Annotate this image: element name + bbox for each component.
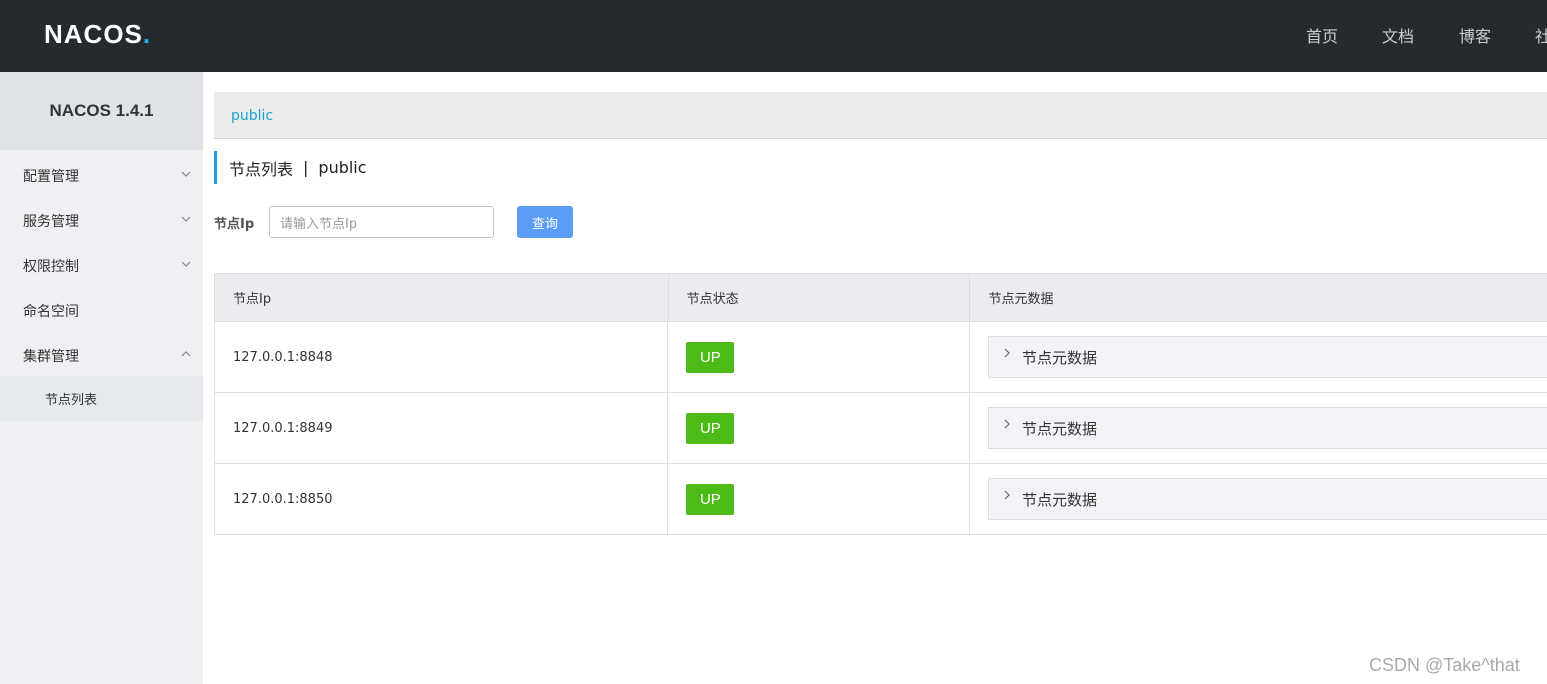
top-nav-bar: NACOS. 首页 文档 博客 社 xyxy=(0,0,1547,72)
chevron-down-icon xyxy=(181,256,191,272)
node-status-cell: UP xyxy=(668,464,970,534)
sidebar-subitem-node-list[interactable]: 节点列表 xyxy=(0,376,203,421)
metadata-label: 节点元数据 xyxy=(1022,419,1098,438)
status-badge: UP xyxy=(686,341,735,373)
nacos-logo[interactable]: NACOS. xyxy=(44,19,151,49)
table-header: 节点Ip 节点状态 节点元数据 xyxy=(215,274,1547,322)
table-row: 127.0.0.1:8848 UP 节点元数据 xyxy=(215,322,1547,393)
node-ip-cell: 127.0.0.1:8848 xyxy=(215,322,669,392)
page-title-namespace: public xyxy=(318,158,367,177)
chevron-down-icon xyxy=(181,211,191,227)
title-separator: | xyxy=(303,158,309,177)
node-metadata-cell: 节点元数据 xyxy=(970,393,1547,463)
metadata-collapse[interactable]: 节点元数据 xyxy=(988,336,1547,378)
sidebar-item-label: 配置管理 xyxy=(23,168,79,185)
status-badge: UP xyxy=(686,483,735,515)
metadata-collapse[interactable]: 节点元数据 xyxy=(988,478,1547,520)
table-row: 127.0.0.1:8849 UP 节点元数据 xyxy=(215,393,1547,464)
logo-text: NACOS xyxy=(44,18,143,49)
node-metadata-cell: 节点元数据 xyxy=(970,322,1547,392)
namespace-link-public[interactable]: public xyxy=(231,108,273,124)
sidebar-item-label: 权限控制 xyxy=(23,258,79,275)
node-ip-cell: 127.0.0.1:8849 xyxy=(215,393,669,463)
chevron-down-icon xyxy=(181,166,191,182)
sidebar: NACOS 1.4.1 配置管理 服务管理 权限控制 命名空间 集群管理 节点列… xyxy=(0,72,203,684)
sidebar-item-label: 命名空间 xyxy=(23,303,79,320)
sidebar-item-namespace[interactable]: 命名空间 xyxy=(0,288,203,333)
page-title-text: 节点列表 xyxy=(229,159,294,179)
node-table: 节点Ip 节点状态 节点元数据 127.0.0.1:8848 UP 节点元数据 … xyxy=(214,273,1547,535)
namespace-bar: public xyxy=(214,92,1547,139)
status-badge: UP xyxy=(686,412,735,444)
sidebar-item-auth[interactable]: 权限控制 xyxy=(0,243,203,288)
chevron-right-icon xyxy=(1003,489,1013,504)
watermark: CSDN @Take^that xyxy=(1369,655,1520,675)
node-ip-cell: 127.0.0.1:8850 xyxy=(215,464,669,534)
page-title: 节点列表 | public xyxy=(214,151,367,184)
node-metadata-cell: 节点元数据 xyxy=(970,464,1547,534)
sidebar-item-cluster[interactable]: 集群管理 xyxy=(0,333,203,378)
nav-blog[interactable]: 博客 xyxy=(1459,23,1491,47)
version-label: NACOS 1.4.1 xyxy=(0,72,203,150)
node-status-cell: UP xyxy=(668,322,970,392)
column-header-ip: 节点Ip xyxy=(215,274,669,321)
metadata-collapse[interactable]: 节点元数据 xyxy=(988,407,1547,449)
search-label: 节点Ip xyxy=(214,217,255,232)
logo-dot: . xyxy=(142,18,152,49)
sidebar-item-label: 服务管理 xyxy=(23,213,79,230)
nav-docs[interactable]: 文档 xyxy=(1382,23,1414,47)
node-ip-search-input[interactable]: 请输入节点Ip xyxy=(269,206,494,238)
sidebar-item-config[interactable]: 配置管理 xyxy=(0,153,203,198)
metadata-label: 节点元数据 xyxy=(1022,490,1098,509)
chevron-right-icon xyxy=(1003,418,1013,433)
table-row: 127.0.0.1:8850 UP 节点元数据 xyxy=(215,464,1547,535)
node-status-cell: UP xyxy=(668,393,970,463)
sidebar-item-service[interactable]: 服务管理 xyxy=(0,198,203,243)
column-header-metadata: 节点元数据 xyxy=(988,292,1054,307)
chevron-right-icon xyxy=(1003,347,1013,362)
sidebar-item-label: 集群管理 xyxy=(23,348,79,365)
nav-community[interactable]: 社 xyxy=(1535,23,1547,47)
column-header-status: 节点状态 xyxy=(669,274,971,321)
metadata-label: 节点元数据 xyxy=(1022,348,1098,367)
nav-home[interactable]: 首页 xyxy=(1306,23,1338,47)
search-button[interactable]: 查询 xyxy=(517,206,573,238)
chevron-up-icon xyxy=(181,346,191,362)
